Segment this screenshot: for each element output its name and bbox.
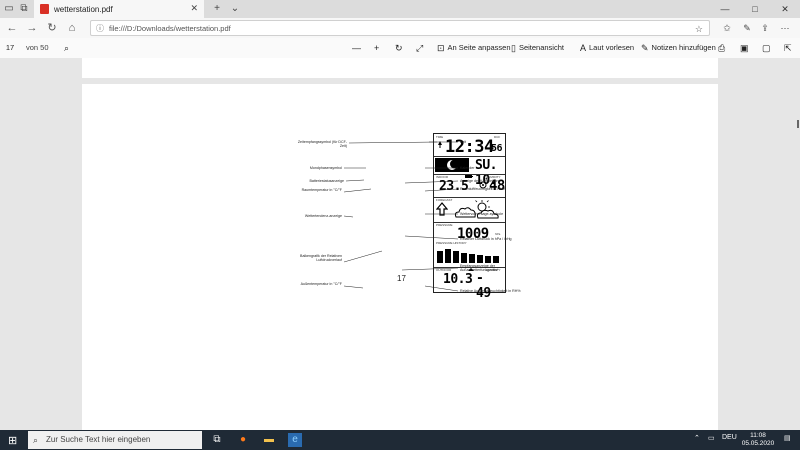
tab-wetterstation[interactable]: wetterstation.pdf ✕ (34, 0, 204, 18)
page-view-icon: ▯ (511, 43, 516, 53)
callout-calendar: Kalender (460, 166, 475, 170)
callout-outdoor-humidity: Relative Außenluftfeuchtigkeit in RH% (460, 289, 521, 293)
back-icon[interactable]: ← (4, 20, 20, 36)
callout-time: Zeit (460, 140, 466, 144)
tab-actions-icon[interactable]: ▭ (2, 2, 16, 16)
fit-page-icon: ⊡ (437, 43, 445, 53)
set-aside-tabs-icon[interactable]: ⧉ (17, 2, 31, 16)
maximize-icon[interactable]: □ (740, 0, 770, 18)
info-icon[interactable]: ⓘ (96, 21, 104, 37)
tab-title: wetterstation.pdf (54, 4, 113, 14)
fullscreen-icon[interactable]: ⤢ (416, 41, 426, 55)
save-icon[interactable]: ▣ (740, 41, 752, 55)
pdf-toolbar: 17 von 50 ⌕ — + ↻ ⤢ ⊡ An Seite anpassen … (0, 38, 800, 59)
taskbar-search-box[interactable]: ⌕ Zur Suche Text hier eingeben (28, 431, 202, 449)
close-tab-icon[interactable]: ✕ (190, 3, 198, 14)
callout-forecast: Wettervorhersage-symbole (460, 212, 504, 216)
save-as-icon[interactable]: ▢ (762, 41, 774, 55)
tab-bar: ▭ ⧉ wetterstation.pdf ✕ + ⌄ — □ ✕ (0, 0, 800, 18)
print-icon[interactable]: ⎙ (718, 41, 728, 55)
favorites-icon[interactable]: ✩ (720, 21, 734, 35)
pdf-page-current: TIME DCF 12:34 56 SU. 10. INDOOR HUMIDIT… (82, 84, 718, 430)
callout-pressure: Relativer Luftdruck in hPa / inHg (460, 237, 512, 241)
callout-comfort-zone: Anzeige der Komfortzone (460, 179, 501, 183)
notifications-icon[interactable]: ▤ (784, 434, 791, 442)
url-text: file:///D:/Downloads/wetterstation.pdf (109, 24, 231, 33)
search-icon: ⌕ (33, 435, 39, 445)
read-aloud-button[interactable]: A Laut vorlesen (580, 41, 634, 55)
forward-icon[interactable]: → (24, 20, 40, 36)
add-notes-button[interactable]: ✎ Notizen hinzufügen (641, 41, 716, 55)
callout-moon-phase: Mondphasensymbol (309, 166, 342, 170)
minimize-icon[interactable]: — (710, 0, 740, 18)
pdf-file-icon (40, 4, 49, 14)
refresh-icon[interactable]: ↻ (44, 20, 60, 36)
callout-indoor-temp: Raumtemperatur in °C/°F (301, 188, 342, 192)
pen-icon[interactable]: ✎ (740, 21, 754, 35)
edge-icon[interactable]: e (288, 433, 302, 447)
address-bar: ← → ↻ ⌂ ⓘ file:///D:/Downloads/wettersta… (0, 18, 800, 39)
new-tab-icon[interactable]: + (210, 2, 224, 16)
zoom-in-icon[interactable]: + (374, 41, 382, 55)
read-aloud-icon: A (580, 43, 587, 53)
taskbar: ⊞ ⌕ Zur Suche Text hier eingeben ⧉ ● ▬ e… (0, 430, 800, 450)
callout-battery: Batteriestatusanzeige (309, 179, 344, 183)
callout-indoor-humidity: Raumluftfeuchtigkeit in RH% (460, 187, 506, 191)
page-total: von 50 (26, 43, 49, 52)
network-icon[interactable]: ▭ (708, 434, 715, 442)
document-page-number: 17 (397, 274, 406, 283)
task-view-icon[interactable]: ⧉ (210, 433, 224, 447)
more-menu-icon[interactable]: ⋯ (778, 21, 792, 35)
file-explorer-icon[interactable]: ▬ (262, 433, 276, 447)
page-number-input[interactable]: 17 (0, 41, 20, 55)
tray-overflow-icon[interactable]: ⌃ (694, 434, 700, 442)
pin-toolbar-icon[interactable]: ⇱ (784, 41, 795, 55)
language-indicator[interactable]: DEU (722, 434, 737, 441)
firefox-icon[interactable]: ● (236, 433, 250, 447)
rotate-icon[interactable]: ↻ (395, 41, 406, 55)
notes-icon: ✎ (641, 43, 649, 53)
home-icon[interactable]: ⌂ (64, 20, 80, 36)
callout-lines (343, 141, 459, 292)
close-window-icon[interactable]: ✕ (770, 0, 800, 18)
callout-outdoor-temp: Außentemperatur in °C/°F (300, 282, 342, 286)
callout-tendency: Wettertendenz-anzeige (304, 214, 342, 218)
url-field[interactable]: ⓘ file:///D:/Downloads/wetterstation.pdf… (90, 20, 710, 36)
page-view-button[interactable]: ▯ Seitenansicht (511, 41, 564, 55)
zoom-out-icon[interactable]: — (352, 41, 364, 55)
favorite-star-icon[interactable]: ☆ (695, 21, 703, 37)
tab-list-icon[interactable]: ⌄ (228, 2, 242, 16)
pdf-page-previous (82, 58, 718, 78)
search-icon[interactable]: ⌕ (64, 41, 69, 55)
callout-time-reception: Zeitempfangssymbol (für DCF-Zeit) (297, 140, 347, 148)
system-clock[interactable]: 11:08 05.05.2020 (740, 432, 776, 448)
scrollbar-thumb[interactable] (797, 120, 799, 128)
windows-start-icon[interactable]: ⊞ (8, 434, 17, 447)
pdf-viewer[interactable]: TIME DCF 12:34 56 SU. 10. INDOOR HUMIDIT… (0, 58, 800, 430)
fit-page-button[interactable]: ⊡ An Seite anpassen (437, 41, 511, 55)
share-icon[interactable]: ⇪ (758, 21, 772, 35)
callout-pressure-history: Balkengrafik der Relativen Luftdruckverl… (300, 254, 342, 262)
callout-reception: Empfangsanzeige der Außenwetterfunkgerät… (460, 264, 499, 272)
